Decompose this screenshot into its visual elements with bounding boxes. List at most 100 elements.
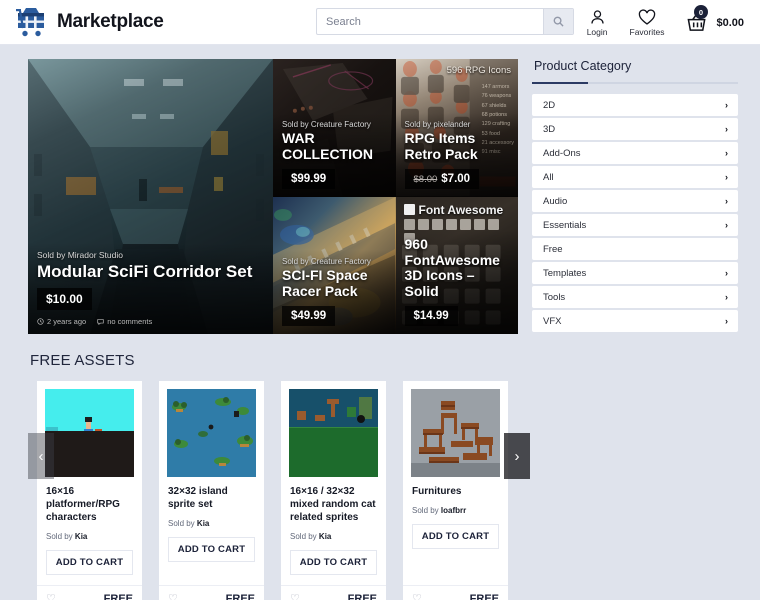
chevron-right-icon: › [725, 124, 728, 134]
sidebar-item-label: VFX [543, 315, 562, 327]
hero-tile-rpg-overlay: Sold by pixelander RPG Items Retro Pack … [395, 112, 518, 197]
chevron-right-icon: › [725, 292, 728, 302]
hero-tile-rpg-price-wrap: $8.00 $7.00 [404, 168, 480, 189]
asset-body: 16×16 / 32×32 mixed random cat related s… [281, 477, 386, 575]
sidebar-item-essentials[interactable]: Essentials › [532, 214, 738, 236]
grid-icon [417, 218, 429, 230]
asset-body: 32×32 island sprite set Sold by Kia ADD … [159, 477, 264, 575]
login-button[interactable]: Login [587, 9, 608, 37]
hero-tile-racer-price: $49.99 [282, 306, 336, 326]
island-sprites-art [167, 389, 256, 477]
hero-row-top: Sold by Creature Factory WAR COLLECTION … [273, 59, 518, 197]
hero-featured-price: $10.00 [37, 288, 92, 310]
heart-outline-icon[interactable]: ♡ [290, 592, 300, 600]
sidebar-item-all[interactable]: All › [532, 166, 738, 188]
asset-card[interactable]: 32×32 island sprite set Sold by Kia ADD … [159, 381, 264, 600]
heart-outline-icon[interactable]: ♡ [168, 592, 178, 600]
shopping-cart-icon [14, 6, 48, 38]
sidebar-item-label: Audio [543, 195, 568, 207]
asset-seller: Sold by loafbrr [412, 506, 499, 515]
asset-card[interactable]: 16×16 / 32×32 mixed random cat related s… [281, 381, 386, 600]
sidebar-item-tools[interactable]: Tools › [532, 286, 738, 308]
free-assets-title: FREE ASSETS [30, 352, 135, 369]
hero-row-bottom: Sold by Creature Factory SCI-FI Space Ra… [273, 196, 518, 334]
sidebar-title: Product Category [534, 59, 632, 73]
sidebar-item-label: 2D [543, 99, 556, 111]
chevron-right-icon: › [725, 148, 728, 158]
chevron-right-icon: › [725, 316, 728, 326]
asset-title: 16×16 / 32×32 mixed random cat related s… [290, 486, 376, 523]
add-to-cart-button[interactable]: ADD TO CART [168, 537, 255, 562]
hero-tile-space-racer[interactable]: Sold by Creature Factory SCI-FI Space Ra… [273, 196, 396, 334]
search-input[interactable] [317, 9, 543, 34]
chevron-right-icon: › [725, 196, 728, 206]
sidebar-item-2d[interactable]: 2D › [532, 94, 738, 116]
hero-featured-product[interactable]: Sold by Mirador Studio Modular SciFi Cor… [28, 59, 273, 334]
sidebar-item-free[interactable]: Free [532, 238, 738, 260]
hero-tile-war-collection[interactable]: Sold by Creature Factory WAR COLLECTION … [273, 59, 396, 197]
asset-footer: ♡ FREE [403, 585, 508, 600]
sidebar-item-label: Add-Ons [543, 147, 581, 159]
asset-thumbnail [289, 389, 378, 477]
search-bar[interactable] [316, 8, 574, 35]
sidebar-item-label: 3D [543, 123, 556, 135]
login-label: Login [586, 26, 608, 37]
add-to-cart-button[interactable]: ADD TO CART [290, 550, 377, 575]
add-to-cart-button[interactable]: ADD TO CART [46, 550, 133, 575]
asset-footer: ♡ FREE [159, 585, 264, 600]
hero-featured-meta: 2 years ago no comments [37, 317, 264, 326]
brand-logo[interactable]: Marketplace [14, 6, 164, 38]
carousel-prev-button[interactable]: ‹ [28, 433, 54, 479]
site-header: Marketplace Login Favorites [0, 0, 760, 45]
sidebar-item-add-ons[interactable]: Add-Ons › [532, 142, 738, 164]
add-to-cart-button[interactable]: ADD TO CART [412, 524, 499, 549]
asset-card[interactable]: Furnitures Sold by loafbrr ADD TO CART ♡… [403, 381, 508, 600]
hero-tile-rpg-items[interactable]: 596 RPG Icons 147 armors 76 weapons 67 shi… [395, 59, 518, 197]
hero-tile-fontawesome[interactable]: Font Awesome 960 FontAwesome 3D Icons – … [395, 196, 518, 334]
sidebar-item-label: Tools [543, 291, 566, 303]
heart-outline-icon[interactable]: ♡ [46, 592, 56, 600]
asset-thumbnail [167, 389, 256, 477]
asset-price: FREE [225, 592, 255, 600]
hero-tile-fontawesome-title: 960 FontAwesome 3D Icons – Solid [404, 235, 500, 300]
flag-icon [403, 204, 415, 215]
asset-seller-prefix: Sold by [412, 506, 439, 515]
search-icon[interactable] [543, 9, 573, 34]
heart-outline-icon[interactable]: ♡ [412, 592, 422, 600]
asset-price: FREE [103, 592, 133, 600]
asset-seller-name: loafbrr [440, 506, 467, 515]
hero-time-meta: 2 years ago [37, 317, 86, 326]
asset-seller-name: Kia [196, 519, 210, 528]
hero-comments-meta: no comments [97, 317, 152, 326]
carousel-next-button[interactable]: › [504, 433, 530, 479]
hero-comments-text: no comments [107, 317, 153, 326]
asset-seller-name: Kia [318, 532, 332, 541]
asset-seller-prefix: Sold by [290, 532, 317, 541]
user-icon [590, 9, 604, 24]
sidebar-item-3d[interactable]: 3D › [532, 118, 738, 140]
hero-tile-fontawesome-badge-text: Font Awesome [418, 202, 504, 217]
hero-tile-fontawesome-price: $14.99 [404, 306, 458, 326]
asset-seller-name: Kia [74, 532, 88, 541]
hero-tile-fontawesome-overlay: 960 FontAwesome 3D Icons – Solid $14.99 [395, 229, 518, 334]
sidebar-item-audio[interactable]: Audio › [532, 190, 738, 212]
chevron-right-icon: › [725, 268, 728, 278]
sidebar-item-label: Templates [543, 267, 587, 279]
grid-icon [403, 218, 415, 230]
sidebar: Product Category 2D › 3D › Add-Ons › All… [532, 59, 738, 600]
asset-seller: Sold by Kia [168, 519, 255, 528]
header-actions: Login Favorites 0 $0.00 [587, 0, 744, 45]
hero-tile-rpg-seller: Sold by pixelander [404, 119, 471, 129]
cat-sprites-art [289, 389, 378, 477]
asset-card[interactable]: 16×16 platformer/RPG characters Sold by … [37, 381, 142, 600]
asset-body: Furnitures Sold by loafbrr ADD TO CART [403, 477, 508, 575]
cart-button[interactable]: 0 $0.00 [686, 5, 744, 33]
favorites-button[interactable]: Favorites [630, 8, 664, 37]
grid-icon [487, 218, 499, 230]
grid-icon [473, 218, 485, 230]
hero-tile-rpg-title: RPG Items Retro Pack [404, 129, 478, 162]
page-body: Sold by Mirador Studio Modular SciFi Cor… [0, 45, 760, 600]
sidebar-item-vfx[interactable]: VFX › [532, 310, 738, 332]
sidebar-item-templates[interactable]: Templates › [532, 262, 738, 284]
free-assets-carousel: ‹ 16×16 platformer/RPG characters Sold b… [28, 381, 530, 600]
